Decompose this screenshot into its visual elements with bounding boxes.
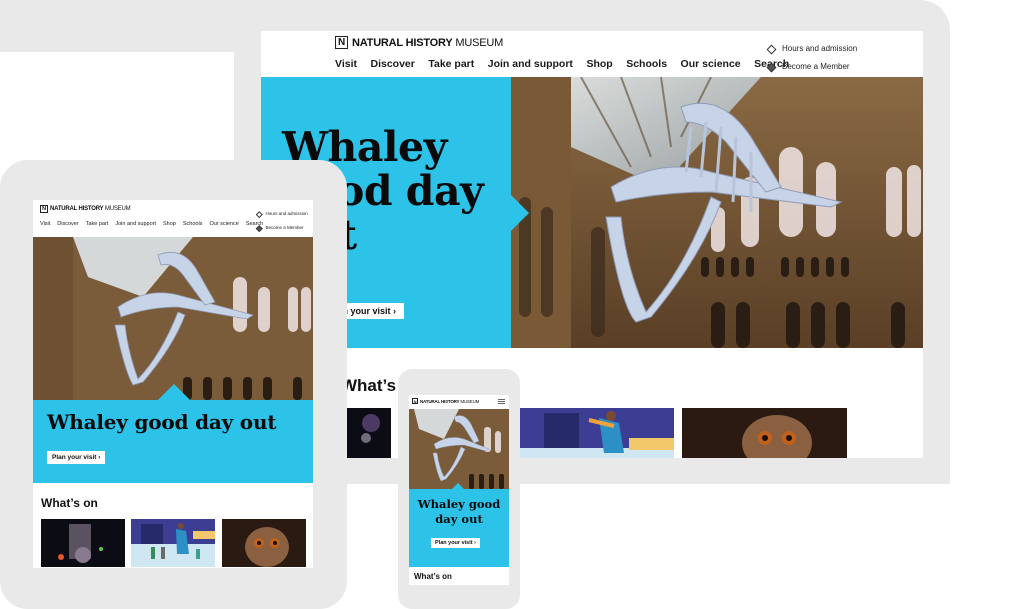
phone-screen: N NATURAL HISTORY MUSEUM Whaley good day… (409, 395, 509, 585)
chevron-right-icon: › (474, 540, 476, 546)
logo-mark-icon: N (412, 398, 418, 404)
laptop-base-shadow (282, 509, 1024, 609)
event-card-tarsier[interactable] (222, 519, 306, 567)
member-link[interactable]: Become a Member (766, 58, 857, 76)
logo-text-bold: NATURAL HISTORY (420, 398, 460, 404)
logo-text-bold: NATURAL HISTORY (352, 36, 453, 49)
nav-item-join-and-support[interactable]: Join and support (488, 58, 573, 70)
logo-text-bold: NATURAL HISTORY (50, 206, 104, 212)
utility-links: Hours and admission Become a Member (256, 207, 308, 235)
hero-pointer (158, 384, 190, 400)
hero-title: Whaley good day out (47, 410, 277, 434)
hours-link[interactable]: Hours and admission (256, 207, 308, 221)
nav-item-take-part[interactable]: Take part (428, 58, 474, 70)
main-nav: Visit Discover Take part Join and suppor… (335, 58, 803, 70)
logo-text-light: MUSEUM (460, 398, 480, 404)
event-card-tarsier[interactable] (682, 408, 847, 458)
ticket-icon (766, 44, 777, 54)
museum-logo[interactable]: N NATURAL HISTORY MUSEUM (412, 398, 479, 404)
hero-image-whale-skeleton (409, 409, 509, 489)
tablet-screen: N NATURAL HISTORY MUSEUM Visit Discover … (33, 200, 313, 568)
hours-label: Hours and admission (265, 211, 308, 216)
nav-item-join-and-support[interactable]: Join and support (115, 221, 156, 227)
ticket-icon (256, 210, 263, 218)
member-label: Become a Member (782, 62, 850, 71)
plan-visit-label: Plan your visit (435, 540, 473, 546)
plan-visit-button[interactable]: Plan your visit › (431, 538, 480, 548)
chevron-right-icon: › (98, 454, 101, 461)
hero-image-whale-skeleton (33, 237, 313, 400)
site-header: N NATURAL HISTORY MUSEUM Visit Discover … (261, 31, 923, 77)
logo-text-light: MUSEUM (455, 36, 504, 49)
member-link[interactable]: Become a Member (256, 221, 308, 235)
hero-image-whale-skeleton (511, 77, 923, 348)
nav-item-our-science[interactable]: Our science (209, 221, 238, 227)
membership-icon (256, 224, 263, 232)
utility-links: Hours and admission Become a Member (766, 40, 858, 76)
chevron-right-icon: › (393, 306, 397, 316)
nav-item-take-part[interactable]: Take part (86, 221, 109, 227)
logo-text-light: MUSEUM (104, 206, 131, 212)
nav-item-schools[interactable]: Schools (626, 58, 667, 70)
whats-on-heading: What’s on (41, 496, 98, 510)
plan-visit-label: Plan your visit (52, 454, 97, 461)
nav-item-shop[interactable]: Shop (163, 221, 176, 227)
hours-link[interactable]: Hours and admission (766, 40, 858, 58)
logo-mark-icon: N (335, 36, 348, 49)
event-card-ice-skating[interactable] (519, 408, 674, 458)
nav-item-our-science[interactable]: Our science (681, 58, 741, 70)
nav-item-shop[interactable]: Shop (586, 58, 612, 70)
nav-item-schools[interactable]: Schools (183, 221, 203, 227)
nav-item-discover[interactable]: Discover (57, 221, 78, 227)
site-header: N NATURAL HISTORY MUSEUM (409, 395, 509, 409)
plan-visit-button[interactable]: Plan your visit › (47, 451, 106, 464)
site-header: N NATURAL HISTORY MUSEUM Visit Discover … (33, 200, 313, 237)
hero-pointer (511, 195, 529, 231)
hero-title: Whaley good day out (417, 497, 501, 526)
member-label: Become a Member (265, 225, 304, 230)
museum-logo[interactable]: N NATURAL HISTORY MUSEUM (335, 36, 503, 49)
nav-item-discover[interactable]: Discover (370, 58, 414, 70)
event-card-fireworks[interactable] (346, 408, 391, 458)
main-nav: Visit Discover Take part Join and suppor… (40, 221, 270, 227)
membership-icon (766, 62, 777, 72)
whats-on-heading: What’s on (414, 572, 452, 581)
logo-mark-icon: N (40, 205, 48, 213)
event-card-ice-skating[interactable] (131, 519, 215, 567)
nav-item-visit[interactable]: Visit (335, 58, 357, 70)
nav-item-visit[interactable]: Visit (40, 221, 50, 227)
event-card-fireworks[interactable] (41, 519, 125, 567)
hamburger-menu-icon[interactable] (498, 399, 505, 404)
hours-label: Hours and admission (782, 44, 858, 53)
laptop-screen: N NATURAL HISTORY MUSEUM Visit Discover … (261, 31, 923, 458)
museum-logo[interactable]: N NATURAL HISTORY MUSEUM (40, 205, 131, 213)
